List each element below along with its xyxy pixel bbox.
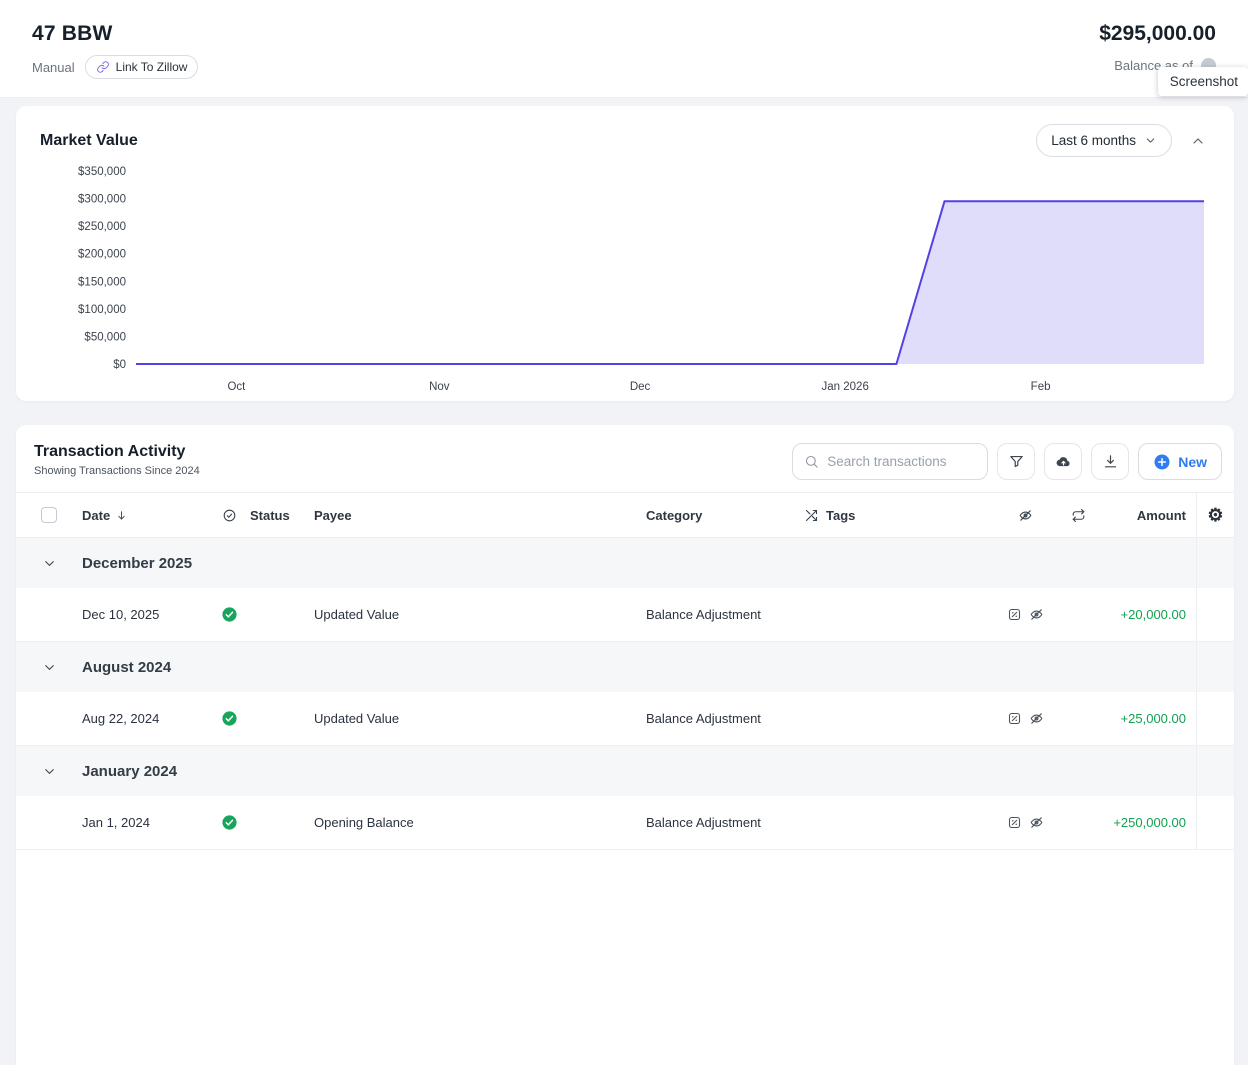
transaction-payee[interactable]: Opening Balance [314,796,646,849]
transaction-group-header[interactable]: August 2024 [16,642,1234,692]
group-label: December 2025 [82,554,193,572]
chevron-down-icon [42,764,57,779]
transaction-group-header[interactable]: January 2024 [16,746,1234,796]
transaction-amount: +20,000.00 [1120,607,1186,622]
range-selector[interactable]: Last 6 months [1036,124,1172,157]
sort-descending-icon [115,509,128,522]
hide-transaction-icon[interactable] [1029,815,1044,830]
column-split[interactable] [796,493,826,537]
caret-down-icon [1144,134,1157,147]
new-transaction-button[interactable]: New [1138,443,1222,480]
split-percent-icon[interactable] [1007,815,1022,830]
group-label: January 2024 [82,762,178,780]
column-status[interactable]: Status [250,493,314,537]
account-balance: $295,000.00 [1099,22,1216,45]
link-to-zillow-label: Link To Zillow [115,60,188,74]
split-percent-icon[interactable] [1007,607,1022,622]
split-icon [804,508,819,523]
table-settings-button[interactable]: ⚙ [1207,506,1223,524]
download-icon [1102,453,1119,470]
account-title: 47 BBW [32,22,113,45]
new-transaction-label: New [1178,453,1207,470]
transaction-amount: +25,000.00 [1120,711,1186,726]
range-selector-label: Last 6 months [1051,133,1136,148]
filter-button[interactable] [997,443,1036,480]
transaction-row[interactable]: Jan 1, 2024 Opening Balance Balance Adju… [16,796,1234,850]
transaction-date: Jan 1, 2024 [82,815,150,830]
split-percent-icon[interactable] [1007,711,1022,726]
transaction-amount: +250,000.00 [1113,815,1186,830]
search-icon [804,454,819,469]
check-circle-icon [222,508,237,523]
column-amount[interactable]: Amount [1108,493,1196,537]
svg-text:$200,000: $200,000 [78,249,126,261]
market-value-title: Market Value [40,131,138,149]
svg-text:Dec: Dec [630,381,651,393]
transaction-payee[interactable]: Updated Value [314,692,646,745]
transaction-category[interactable]: Balance Adjustment [646,588,796,641]
svg-text:Oct: Oct [227,381,246,393]
collapse-chart-button[interactable] [1186,129,1210,153]
transactions-title: Transaction Activity [34,443,186,460]
column-hidden[interactable] [1002,493,1048,537]
hide-transaction-icon[interactable] [1029,711,1044,726]
upload-button[interactable] [1044,443,1083,480]
svg-text:Jan 2026: Jan 2026 [822,381,869,393]
svg-text:$0: $0 [113,359,126,371]
column-tags[interactable]: Tags [826,493,1002,537]
market-value-card: Market Value Last 6 months $350,000 $300,… [16,106,1234,401]
chevron-down-icon [42,556,57,571]
column-payee[interactable]: Payee [314,493,646,537]
screenshot-tooltip: Screenshot [1157,67,1248,96]
search-transactions-box[interactable] [792,443,989,480]
column-cleared[interactable] [208,493,250,537]
filter-icon [1008,453,1025,470]
transaction-payee[interactable]: Updated Value [314,588,646,641]
svg-text:Nov: Nov [429,381,450,393]
svg-text:$250,000: $250,000 [78,221,126,233]
column-date[interactable]: Date [82,493,208,537]
transaction-group-header[interactable]: December 2025 [16,538,1234,588]
transactions-table: Date Status Payee Category Tags Amount ⚙… [16,492,1234,850]
search-transactions-input[interactable] [827,454,970,469]
transaction-row[interactable]: Aug 22, 2024 Updated Value Balance Adjus… [16,692,1234,746]
cleared-status-icon[interactable] [221,814,238,831]
select-all-checkbox[interactable] [41,507,57,523]
download-button[interactable] [1091,443,1130,480]
plus-circle-icon [1153,453,1171,471]
cleared-status-icon[interactable] [221,606,238,623]
transaction-row[interactable]: Dec 10, 2025 Updated Value Balance Adjus… [16,588,1234,642]
svg-text:Feb: Feb [1031,381,1051,393]
column-category[interactable]: Category [646,493,796,537]
table-header-row: Date Status Payee Category Tags Amount ⚙ [16,493,1234,538]
transaction-category[interactable]: Balance Adjustment [646,796,796,849]
repeat-icon [1071,508,1086,523]
transaction-category[interactable]: Balance Adjustment [646,692,796,745]
svg-text:$150,000: $150,000 [78,276,126,288]
column-date-label: Date [82,507,111,523]
svg-text:$50,000: $50,000 [84,331,126,343]
chevron-down-icon [42,660,57,675]
transaction-activity-card: Transaction Activity Showing Transaction… [16,425,1234,1065]
cleared-status-icon[interactable] [221,710,238,727]
svg-text:$300,000: $300,000 [78,194,126,206]
transaction-date: Aug 22, 2024 [82,711,160,726]
transaction-date: Dec 10, 2025 [82,607,160,622]
svg-text:$100,000: $100,000 [78,304,126,316]
account-type-label: Manual [32,59,75,75]
link-to-zillow-button[interactable]: Link To Zillow [84,55,199,79]
cloud-upload-icon [1055,453,1072,470]
eye-off-icon [1018,508,1033,523]
account-header: 47 BBW Manual Link To Zillow $295,000.00… [0,0,1248,98]
svg-text:$350,000: $350,000 [78,166,126,178]
market-value-chart: $350,000 $300,000 $250,000 $200,000 $150,000… [78,166,1204,393]
link-icon [96,60,110,74]
group-label: August 2024 [82,658,172,676]
column-recurring[interactable] [1048,493,1108,537]
transactions-subtitle: Showing Transactions Since 2024 [34,465,200,477]
hide-transaction-icon[interactable] [1029,607,1044,622]
chevron-up-icon [1190,133,1206,149]
